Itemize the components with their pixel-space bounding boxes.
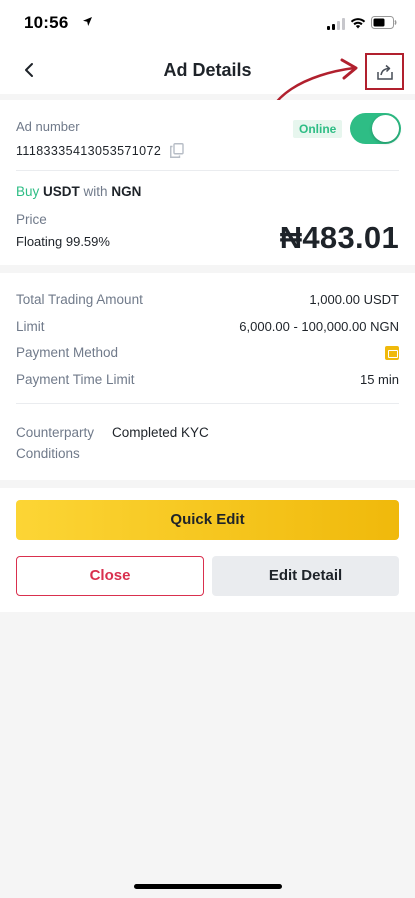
trade-with: with [83,184,108,199]
payment-time-limit-value: 15 min [359,372,399,387]
status-badge: Online [293,120,343,138]
copy-icon[interactable] [170,143,184,158]
close-button[interactable]: Close [16,556,204,596]
location-arrow-icon [83,17,92,26]
ad-number-label: Ad number [16,119,80,134]
ad-number-value: 11183335413053571072 [16,144,162,158]
trade-direction: Buy USDT with NGN [16,184,141,199]
price-value: ₦483.01 [279,220,399,255]
quick-edit-button[interactable]: Quick Edit [16,500,399,540]
wifi-icon [350,18,366,29]
trade-fiat: NGN [111,184,142,199]
limit-value: 6,000.00 - 100,000.00 NGN [239,319,399,334]
payment-method-icon [385,346,399,360]
total-trading-amount-value: 1,000.00 USDT [309,292,399,307]
limit-label: Limit [16,319,45,334]
price-label: Price [16,212,47,227]
toggle-knob [372,115,399,142]
price-type: Floating 99.59% [16,234,110,249]
payment-time-limit-label: Payment Time Limit [16,372,135,387]
status-bar: 10:56 [0,0,415,46]
trade-asset: USDT [43,184,80,199]
divider [16,403,399,404]
page-title: Ad Details [163,60,252,80]
divider [16,170,399,171]
trade-side: Buy [16,184,40,199]
battery-icon [371,16,397,29]
share-button[interactable] [365,53,404,90]
trading-details-card: Total Trading Amount 1,000.00 USDT Limit… [0,273,415,480]
header: Ad Details [0,46,415,94]
total-trading-amount-label: Total Trading Amount [16,292,143,307]
home-indicator [134,884,282,889]
status-time: 10:56 [24,13,69,32]
payment-method-label: Payment Method [16,345,119,360]
counterparty-conditions-label: Counterparty Conditions [16,425,95,461]
share-icon [377,64,393,80]
edit-detail-button[interactable]: Edit Detail [212,556,399,596]
counterparty-conditions-value: Completed KYC [112,425,209,440]
actions-panel: Quick Edit Close Edit Detail [0,488,415,612]
ad-info-card: Ad number 11183335413053571072 Online Bu… [0,100,415,265]
cellular-signal-icon [327,18,345,30]
ad-details-screen: 10:56 Ad Details Ad number 1118333541305… [0,0,415,898]
online-toggle[interactable] [350,113,401,144]
